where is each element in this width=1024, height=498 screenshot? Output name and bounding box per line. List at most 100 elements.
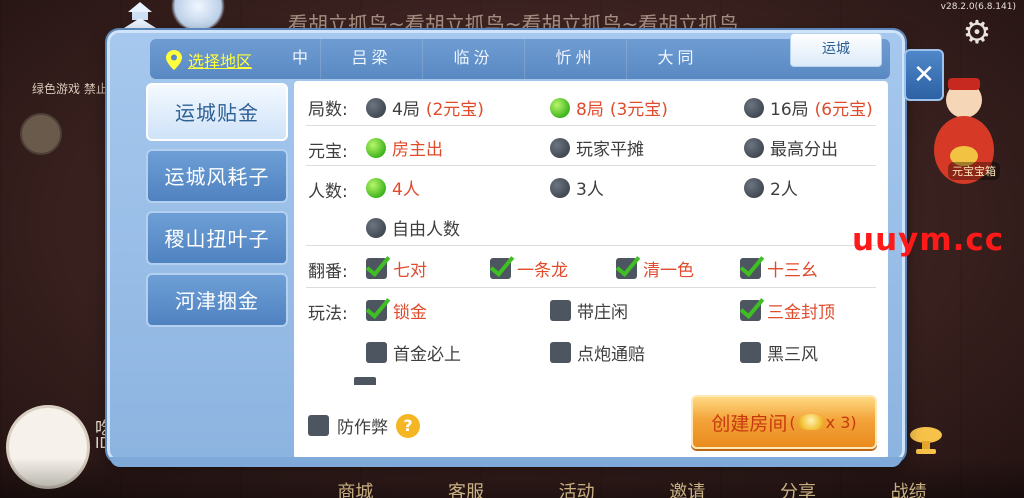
create-room-dialog: 选择地区 中 吕梁 临汾 忻州 大同 运城 ✕ 运城贴金 运城风耗子 稷山扭叶子… — [107, 30, 944, 467]
radio-selected-icon — [366, 137, 386, 158]
players-option-free[interactable]: 自由人数 — [366, 215, 460, 240]
nav-service[interactable]: 客服 — [448, 478, 484, 498]
nav-events[interactable]: 活动 — [559, 478, 595, 498]
rounds-option-16[interactable]: 16局 (6元宝) — [744, 95, 873, 120]
region-tab-partial[interactable]: 中 — [280, 39, 320, 79]
ingot-chest-label: 元宝宝箱 — [948, 162, 1000, 180]
clipped-option-hint — [354, 377, 376, 385]
fan-option-qingyise-label: 清一色 — [643, 261, 694, 281]
close-button[interactable]: ✕ — [904, 49, 944, 101]
checkbox-checked-icon — [740, 258, 761, 279]
rules-option-sanjinfengding-label: 三金封顶 — [767, 303, 835, 323]
players-row: 人数: 4人 3人 2人 自由人数 — [294, 167, 884, 247]
region-tab-datong[interactable]: 大同 — [626, 39, 728, 79]
gold-ingot-icon — [797, 414, 824, 430]
options-panel: 局数: 4局 (2元宝) 8局 (3元宝) 16局 (6元宝) 元宝: 房主出 … — [294, 81, 888, 459]
game-list: 运城贴金 运城风耗子 稷山扭叶子 河津捆金 — [146, 83, 292, 335]
region-tabs: 中 吕梁 临汾 忻州 大同 运城 — [280, 33, 882, 79]
players-option-free-label: 自由人数 — [392, 220, 460, 240]
game-item-yuncheng-fenghaozi[interactable]: 运城风耗子 — [146, 149, 288, 203]
ingot-option-highest[interactable]: 最高分出 — [744, 135, 838, 160]
checkbox-checked-icon — [740, 300, 761, 321]
rules-option-heisanfeng[interactable]: 黑三风 — [740, 340, 818, 365]
players-option-4[interactable]: 4人 — [366, 175, 420, 200]
ingot-row: 元宝: 房主出 玩家平摊 最高分出 — [294, 127, 884, 167]
nav-records[interactable]: 战绩 — [891, 478, 927, 498]
region-bar: 选择地区 中 吕梁 临汾 忻州 大同 运城 — [150, 33, 890, 79]
anti-cheat-label: 防作弊 — [337, 418, 388, 438]
select-region-link[interactable]: 选择地区 — [166, 48, 252, 72]
radio-icon — [744, 137, 764, 158]
panel-footer: 防作弊 ? 创建房间 ( x 3) — [294, 391, 888, 459]
region-tab-lvliang[interactable]: 吕梁 — [320, 39, 422, 79]
fan-option-qingyise[interactable]: 清一色 — [616, 256, 694, 281]
fan-option-yitiaolong[interactable]: 一条龙 — [490, 256, 568, 281]
watermark-text: uuym.cc — [852, 222, 1005, 258]
ingot-option-host[interactable]: 房主出 — [366, 135, 443, 160]
rules-option-shoujinbishang-label: 首金必上 — [393, 345, 461, 365]
anti-cheat-toggle[interactable]: 防作弊 ? — [308, 413, 420, 438]
checkbox-checked-icon — [616, 258, 637, 279]
game-item-yuncheng-tiejin[interactable]: 运城贴金 — [146, 83, 288, 141]
radio-icon — [744, 97, 764, 118]
rounds-option-16-cost: (6元宝) — [814, 100, 873, 120]
divider — [306, 245, 876, 246]
dialog-bottom-edge — [110, 457, 902, 467]
checkbox-icon — [366, 342, 387, 363]
game-item-hejin-kunjin[interactable]: 河津捆金 — [146, 273, 288, 327]
radio-icon — [366, 217, 386, 238]
rounds-option-8[interactable]: 8局 (3元宝) — [550, 95, 668, 120]
divider — [306, 125, 876, 126]
fan-option-yitiaolong-label: 一条龙 — [517, 261, 568, 281]
rules-label: 玩法: — [308, 304, 348, 324]
rounds-option-4-main: 4局 — [392, 100, 420, 120]
rules-option-heisanfeng-label: 黑三风 — [767, 345, 818, 365]
bottom-nav: 商城 客服 活动 邀请 分享 战绩 — [300, 478, 964, 498]
region-tab-yuncheng[interactable]: 运城 — [790, 33, 882, 67]
divider — [306, 287, 876, 288]
rules-option-suojin-label: 锁金 — [393, 303, 427, 323]
rules-option-suojin[interactable]: 锁金 — [366, 298, 427, 323]
region-tab-xinzhou[interactable]: 忻州 — [524, 39, 626, 79]
radio-icon — [550, 137, 570, 158]
room-cost: x 3) — [825, 412, 857, 432]
rules-option-shoujinbishang[interactable]: 首金必上 — [366, 340, 461, 365]
nav-share[interactable]: 分享 — [780, 478, 816, 498]
ingot-label: 元宝: — [308, 142, 348, 162]
fan-option-qidui-label: 七对 — [393, 261, 427, 281]
players-option-2[interactable]: 2人 — [744, 175, 798, 200]
checkbox-checked-icon — [366, 300, 387, 321]
rules-row: 玩法: 锁金 带庄闲 三金封顶 首金必上 点炮通赔 黑三风 — [294, 289, 884, 379]
radio-selected-icon — [550, 97, 570, 118]
stamp-icon[interactable] — [20, 113, 62, 155]
checkbox-icon — [740, 342, 761, 363]
rules-option-daizhuangxian-label: 带庄闲 — [577, 303, 628, 323]
fan-option-shisanyao[interactable]: 十三幺 — [740, 256, 818, 281]
checkbox-icon — [550, 342, 571, 363]
help-icon[interactable]: ? — [396, 413, 420, 438]
rules-option-sanjinfengding[interactable]: 三金封顶 — [740, 298, 835, 323]
players-option-3[interactable]: 3人 — [550, 175, 604, 200]
ingot-option-split-label: 玩家平摊 — [576, 140, 644, 160]
nav-shop[interactable]: 商城 — [337, 478, 373, 498]
create-room-button[interactable]: 创建房间 ( x 3) — [691, 395, 877, 449]
settings-gear-icon[interactable]: ⚙ — [960, 15, 994, 49]
create-room-label: 创建房间 — [711, 412, 788, 435]
fan-row: 翻番: 七对 一条龙 清一色 十三幺 — [294, 247, 884, 287]
region-tab-linfen[interactable]: 临汾 — [422, 39, 524, 79]
select-region-label: 选择地区 — [188, 52, 253, 71]
rounds-option-8-main: 8局 — [576, 100, 604, 120]
rules-option-dianpaotongpei[interactable]: 点炮通赔 — [550, 340, 645, 365]
divider — [306, 165, 876, 166]
rounds-option-16-main: 16局 — [770, 100, 809, 120]
nav-invite[interactable]: 邀请 — [669, 478, 705, 498]
ingot-option-split[interactable]: 玩家平摊 — [550, 135, 644, 160]
rules-option-daizhuangxian[interactable]: 带庄闲 — [550, 298, 628, 323]
trophy-cup-icon[interactable] — [906, 425, 946, 455]
fan-option-qidui[interactable]: 七对 — [366, 256, 427, 281]
checkbox-checked-icon — [490, 258, 511, 279]
radio-icon — [550, 177, 570, 198]
radio-icon — [744, 177, 764, 198]
rounds-option-4[interactable]: 4局 (2元宝) — [366, 95, 484, 120]
game-item-jishan-niuyezi[interactable]: 稷山扭叶子 — [146, 211, 288, 265]
